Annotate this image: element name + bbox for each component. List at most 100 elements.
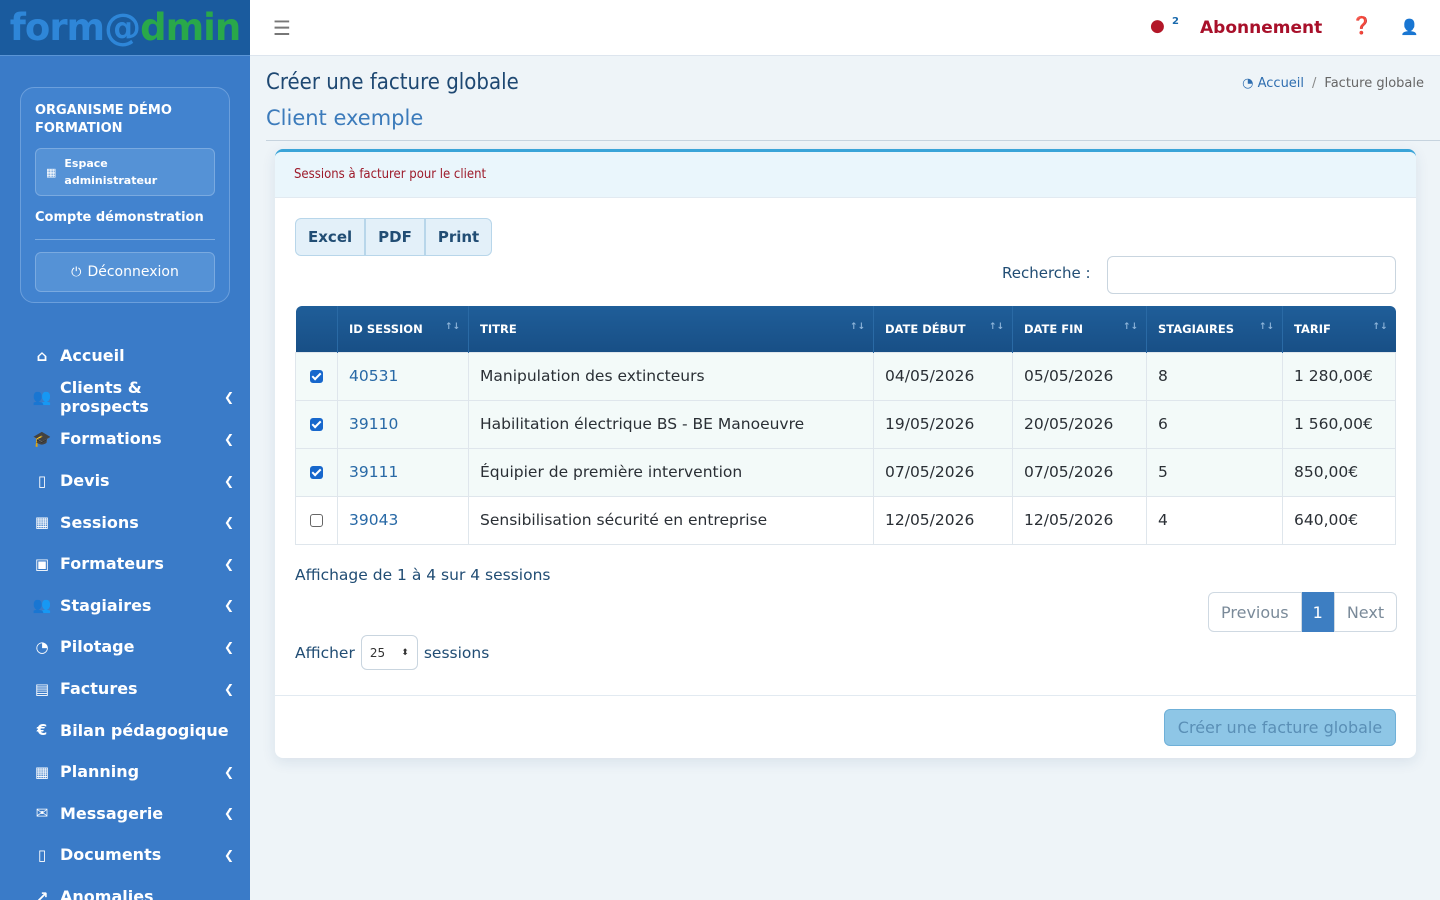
checkbox-checked-icon[interactable] bbox=[310, 370, 323, 383]
page-1-button[interactable]: 1 bbox=[1301, 592, 1334, 632]
session-price: 1 280,00€ bbox=[1282, 351, 1396, 401]
sidebar-item-sessions[interactable]: ▦ Sessions ❮ bbox=[0, 501, 250, 543]
hamburger-menu-icon[interactable]: ☰ bbox=[273, 16, 291, 40]
sidebar-item-anomalies[interactable]: ↗ Anomalies bbox=[0, 876, 250, 900]
checkbox-unchecked-icon[interactable] bbox=[310, 514, 323, 527]
sidebar-item-devis[interactable]: ▯ Devis ❮ bbox=[0, 460, 250, 502]
session-title: Sensibilisation sécurité en entreprise bbox=[468, 495, 874, 545]
page-subtitle: Client exemple bbox=[266, 106, 424, 130]
breadcrumb: ◔ Accueil / Facture globale bbox=[1242, 76, 1424, 91]
sidebar-item-pilotage[interactable]: ◔ Pilotage ❮ bbox=[0, 626, 250, 668]
sidebar-item-label: Devis bbox=[60, 471, 110, 491]
topbar: ☰ ● 2 Abonnement ❓ 👤 bbox=[250, 0, 1440, 56]
table-row[interactable]: 39111 Équipier de première intervention 07… bbox=[295, 447, 1396, 497]
users-icon: 👥 bbox=[32, 596, 52, 615]
sidebar-item-formateurs[interactable]: ▣ Formateurs ❮ bbox=[0, 543, 250, 585]
print-button[interactable]: Print bbox=[424, 218, 493, 256]
sidebar-item-label: Pilotage bbox=[60, 637, 135, 657]
session-id-link[interactable]: 40531 bbox=[337, 351, 469, 401]
brand-logo[interactable]: form@ dmin bbox=[0, 0, 250, 56]
row-select-checkbox[interactable] bbox=[295, 495, 338, 545]
session-start-date: 19/05/2026 bbox=[873, 399, 1013, 449]
session-trainee-count: 6 bbox=[1146, 399, 1283, 449]
session-end-date: 07/05/2026 bbox=[1012, 447, 1147, 497]
account-name: Compte démonstration bbox=[35, 210, 215, 240]
logout-button[interactable]: ⏻ Déconnexion bbox=[35, 252, 215, 292]
brand-logo-part2: dmin bbox=[140, 6, 241, 49]
sidebar-item-label: Bilan pédagogique bbox=[60, 720, 229, 740]
breadcrumb-separator: / bbox=[1312, 76, 1317, 91]
help-icon[interactable]: ❓ bbox=[1351, 16, 1372, 36]
column-header-titre[interactable]: TITRE ↑↓ bbox=[468, 306, 874, 352]
create-global-invoice-button[interactable]: Créer une facture globale bbox=[1164, 709, 1396, 746]
column-header-date-debut[interactable]: DATE DÉBUT ↑↓ bbox=[873, 306, 1013, 352]
column-header-id[interactable]: ID SESSION ↑↓ bbox=[337, 306, 469, 352]
session-id-link[interactable]: 39043 bbox=[337, 495, 469, 545]
previous-page-button[interactable]: Previous bbox=[1208, 592, 1302, 632]
search-input[interactable] bbox=[1107, 256, 1396, 294]
column-header-date-fin[interactable]: DATE FIN ↑↓ bbox=[1012, 306, 1147, 352]
calendar-icon: ▦ bbox=[34, 762, 50, 781]
user-settings-icon[interactable]: 👤 bbox=[1400, 18, 1419, 36]
invoice-icon: ▤ bbox=[34, 679, 50, 698]
sidebar-item-formations[interactable]: 🎓 Formations ❮ bbox=[0, 418, 250, 460]
breadcrumb-home-label: Accueil bbox=[1257, 76, 1305, 91]
session-start-date: 04/05/2026 bbox=[873, 351, 1013, 401]
session-price: 1 560,00€ bbox=[1282, 399, 1396, 449]
checkbox-checked-icon[interactable] bbox=[310, 418, 323, 431]
page-size-suffix: sessions bbox=[423, 643, 490, 662]
table-row[interactable]: 40531 Manipulation des extincteurs 04/05/2… bbox=[295, 351, 1396, 401]
session-trainee-count: 5 bbox=[1146, 447, 1283, 497]
subscription-link[interactable]: Abonnement bbox=[1200, 18, 1322, 38]
pdf-button[interactable]: PDF bbox=[365, 218, 425, 256]
session-title: Équipier de première intervention bbox=[468, 447, 874, 497]
chevron-left-icon: ❮ bbox=[223, 806, 234, 821]
row-select-checkbox[interactable] bbox=[295, 351, 338, 401]
sidebar-item-label: Anomalies bbox=[60, 887, 154, 900]
table-row[interactable]: 39110 Habilitation électrique BS - BE Man… bbox=[295, 399, 1396, 449]
admin-space-badge[interactable]: ▦ Espace administrateur bbox=[35, 148, 215, 196]
calendar-icon: ▦ bbox=[34, 513, 50, 532]
sidebar-item-label: Sessions bbox=[60, 512, 139, 532]
column-header-stagiaires[interactable]: STAGIAIRES ↑↓ bbox=[1146, 306, 1283, 352]
chevron-left-icon: ❮ bbox=[223, 639, 234, 654]
page-size-select[interactable]: 25 ⬍ bbox=[360, 635, 418, 670]
chevron-left-icon: ❮ bbox=[223, 515, 234, 530]
sidebar-item-clients-prospects[interactable]: 👥 Clients & prospects ❮ bbox=[0, 377, 250, 419]
card-title: Sessions à facturer pour le client bbox=[294, 167, 487, 182]
sort-icon: ↑↓ bbox=[988, 322, 1004, 332]
users-icon: 👥 bbox=[32, 388, 52, 407]
sidebar-item-accueil[interactable]: ⌂ Accueil bbox=[0, 335, 250, 377]
next-page-button[interactable]: Next bbox=[1333, 592, 1398, 632]
chevron-left-icon: ❮ bbox=[223, 764, 234, 779]
sidebar-item-label: Formations bbox=[60, 429, 162, 449]
row-select-checkbox[interactable] bbox=[295, 447, 338, 497]
sidebar-item-stagiaires[interactable]: 👥 Stagiaires ❮ bbox=[0, 585, 250, 627]
session-id-link[interactable]: 39111 bbox=[337, 447, 469, 497]
mail-icon: ✉ bbox=[35, 804, 49, 823]
session-title: Manipulation des extincteurs bbox=[468, 351, 874, 401]
power-icon: ⏻ bbox=[71, 264, 82, 280]
chevron-left-icon: ❮ bbox=[223, 598, 234, 613]
chevron-left-icon: ❮ bbox=[223, 390, 234, 405]
sort-icon: ↑↓ bbox=[849, 322, 865, 332]
organization-name: ORGANISME DÉMO FORMATION bbox=[35, 103, 172, 136]
chevron-left-icon: ❮ bbox=[223, 473, 234, 488]
row-select-checkbox[interactable] bbox=[295, 399, 338, 449]
sidebar-item-factures[interactable]: ▤ Factures ❮ bbox=[0, 668, 250, 710]
breadcrumb-home[interactable]: ◔ Accueil bbox=[1242, 76, 1304, 91]
column-header-tarif[interactable]: TARIF ↑↓ bbox=[1282, 306, 1396, 352]
sidebar-item-label: Formateurs bbox=[60, 554, 164, 574]
sidebar-item-documents[interactable]: ▯ Documents ❮ bbox=[0, 834, 250, 876]
checkbox-checked-icon[interactable] bbox=[310, 466, 323, 479]
page-size-value: 25 bbox=[369, 645, 386, 660]
table-row[interactable]: 39043 Sensibilisation sécurité en entrepr… bbox=[295, 495, 1396, 545]
sidebar-item-planning[interactable]: ▦ Planning ❮ bbox=[0, 751, 250, 793]
sidebar-item-messagerie[interactable]: ✉ Messagerie ❮ bbox=[0, 793, 250, 835]
chat-icon[interactable]: ● bbox=[1150, 16, 1165, 36]
session-id-link[interactable]: 39110 bbox=[337, 399, 469, 449]
sidebar-menu: ⌂ Accueil 👥 Clients & prospects ❮ 🎓 Formations… bbox=[0, 335, 250, 900]
sidebar-item-bilan-pédagogique[interactable]: € Bilan pédagogique bbox=[0, 709, 250, 751]
select-column-header bbox=[295, 306, 338, 352]
excel-button[interactable]: Excel bbox=[295, 218, 366, 256]
